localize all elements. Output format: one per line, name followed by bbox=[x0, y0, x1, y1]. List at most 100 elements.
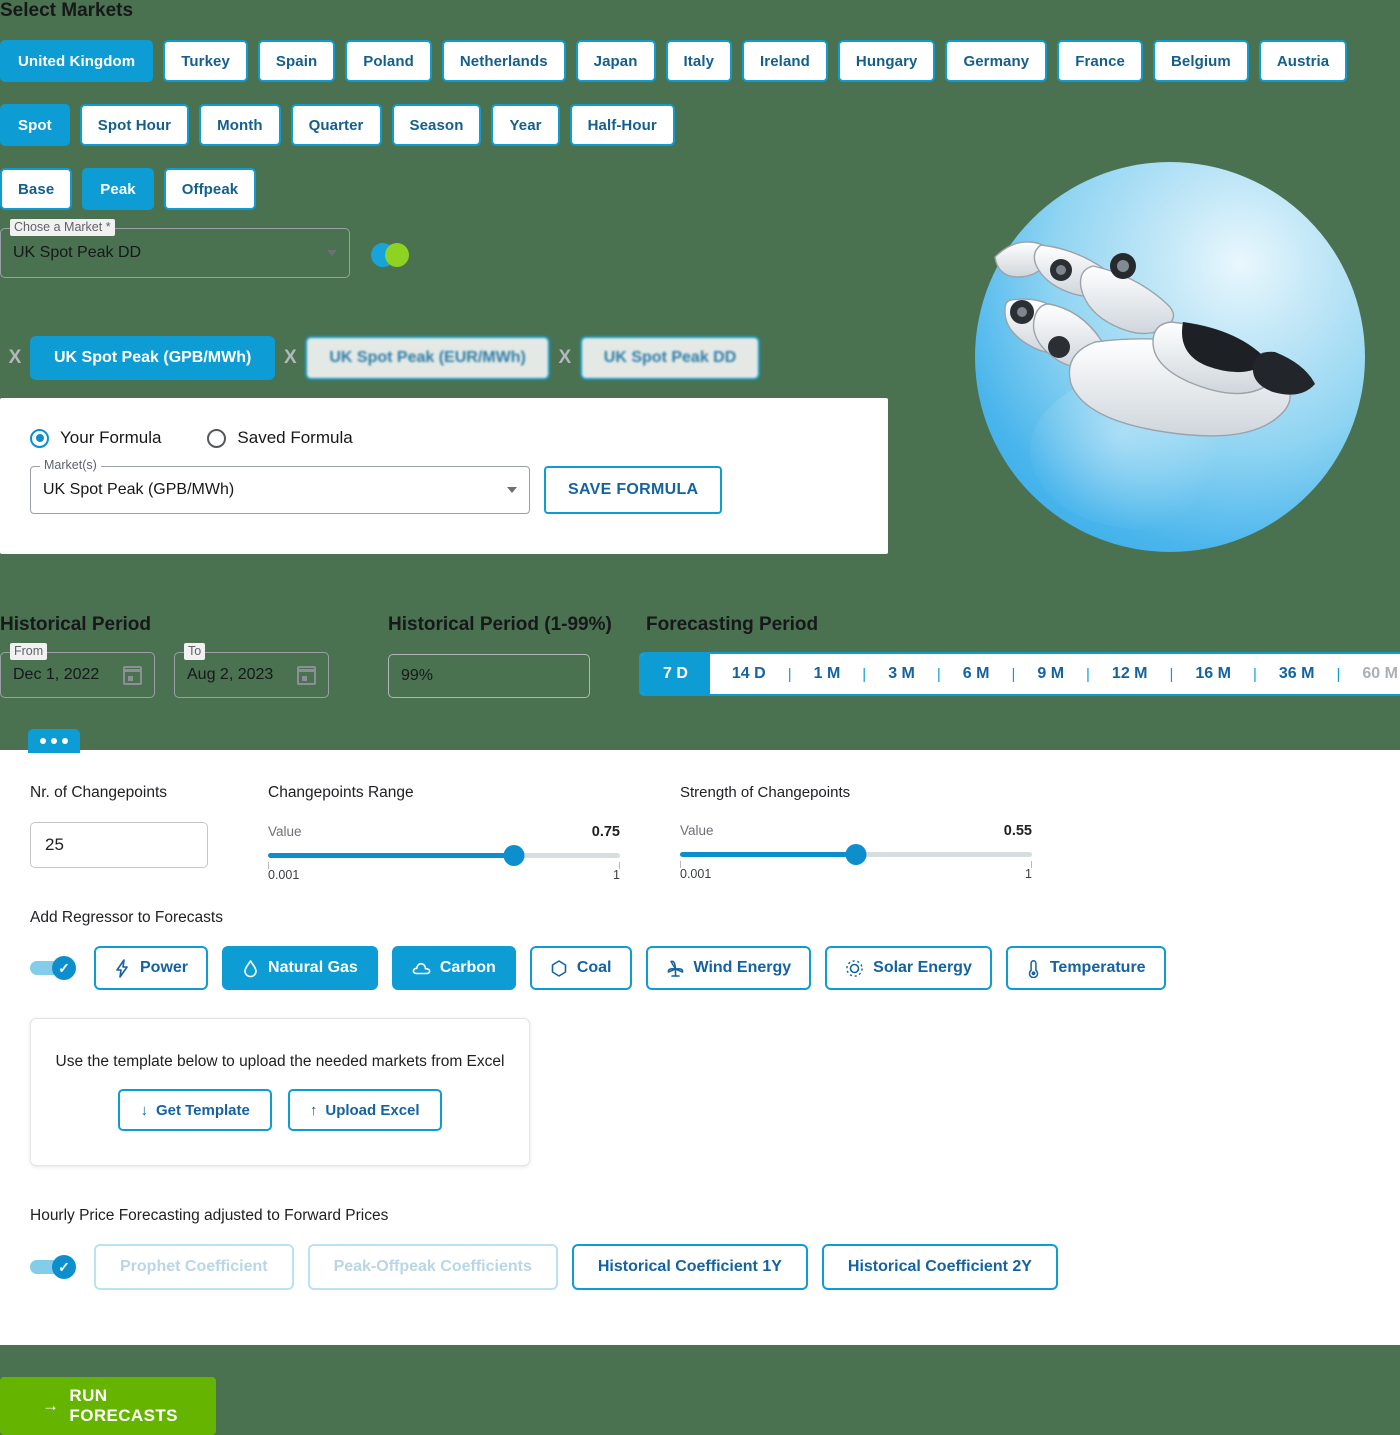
upload-arrow-icon: ↑ bbox=[309, 1101, 318, 1119]
calendar-icon[interactable] bbox=[123, 665, 142, 685]
market-chip-uk-spot-peak-eur[interactable]: UK Spot Peak (EUR/MWh) bbox=[305, 336, 550, 380]
regressor-button-carbon[interactable]: Carbon bbox=[391, 946, 516, 990]
granularity-label: Spot bbox=[18, 116, 52, 134]
chip-remove-icon[interactable]: X bbox=[275, 347, 305, 369]
date-to-field[interactable]: To Aug 2, 2023 bbox=[174, 643, 329, 698]
calendar-icon[interactable] bbox=[297, 665, 316, 685]
date-from-field[interactable]: From Dec 1, 2022 bbox=[0, 643, 155, 698]
slider-tick-min bbox=[680, 861, 681, 868]
country-button-france[interactable]: France bbox=[1057, 40, 1143, 82]
forecast-option-7d[interactable]: 7 D bbox=[641, 654, 710, 694]
granularity-button-spot[interactable]: Spot bbox=[0, 104, 70, 146]
country-label: Italy bbox=[683, 52, 715, 70]
loadshape-button-offpeak[interactable]: Offpeak bbox=[163, 168, 257, 210]
slider-knob[interactable] bbox=[503, 845, 525, 866]
hourly-toggle[interactable]: ✓ bbox=[30, 1255, 76, 1279]
granularity-button-month[interactable]: Month bbox=[199, 104, 281, 146]
granularity-button-half-hour[interactable]: Half-Hour bbox=[569, 104, 675, 146]
country-button-hungary[interactable]: Hungary bbox=[837, 40, 936, 82]
slider-knob[interactable] bbox=[845, 844, 867, 865]
thermometer-icon bbox=[1028, 959, 1039, 978]
radio-your-formula[interactable]: Your Formula bbox=[30, 428, 161, 448]
loadshape-button-peak[interactable]: Peak bbox=[82, 168, 154, 210]
dot-icon bbox=[62, 738, 68, 744]
country-button-austria[interactable]: Austria bbox=[1258, 40, 1348, 82]
forecast-option-12m[interactable]: 12 M bbox=[1089, 654, 1170, 694]
upload-excel-button[interactable]: ↑ Upload Excel bbox=[287, 1089, 442, 1131]
forecast-option-14d[interactable]: 14 D bbox=[709, 654, 788, 694]
get-template-button[interactable]: ↓ Get Template bbox=[118, 1089, 272, 1131]
get-template-label: Get Template bbox=[155, 1101, 250, 1119]
granularity-button-quarter[interactable]: Quarter bbox=[290, 104, 382, 146]
changepoints-strength-header: Value 0.55 bbox=[680, 823, 1032, 839]
granularity-button-season[interactable]: Season bbox=[391, 104, 482, 146]
regressor-button-natural-gas[interactable]: Natural Gas bbox=[222, 946, 378, 990]
loadshape-label: Peak bbox=[100, 180, 136, 198]
country-button-ireland[interactable]: Ireland bbox=[742, 40, 828, 82]
regressor-button-power[interactable]: Power bbox=[94, 946, 209, 990]
forecasting-period-title: Forecasting Period bbox=[646, 614, 819, 635]
forecast-option-3m[interactable]: 3 M bbox=[866, 654, 937, 694]
upload-excel-label: Upload Excel bbox=[325, 1101, 420, 1119]
country-button-spain[interactable]: Spain bbox=[257, 40, 336, 82]
regressor-button-temperature[interactable]: Temperature bbox=[1005, 946, 1166, 990]
granularity-button-spot-hour[interactable]: Spot Hour bbox=[79, 104, 190, 146]
country-button-netherlands[interactable]: Netherlands bbox=[441, 40, 566, 82]
slider-fill bbox=[680, 852, 856, 857]
forecast-option-36m[interactable]: 36 M bbox=[1256, 654, 1337, 694]
granularity-button-year[interactable]: Year bbox=[491, 104, 560, 146]
changepoints-count-value: 25 bbox=[45, 835, 64, 854]
regressor-label: Natural Gas bbox=[268, 959, 358, 976]
country-button-italy[interactable]: Italy bbox=[665, 40, 733, 82]
regressor-button-wind-energy[interactable]: Wind Energy bbox=[645, 946, 812, 990]
chip-remove-icon[interactable]: X bbox=[0, 347, 30, 369]
market-chip-uk-spot-peak-gbp[interactable]: UK Spot Peak (GPB/MWh) bbox=[30, 336, 276, 380]
granularity-label: Quarter bbox=[308, 116, 364, 134]
venn-diagram-icon[interactable] bbox=[371, 243, 411, 267]
dot-icon bbox=[40, 738, 46, 744]
upload-buttons: ↓ Get Template ↑ Upload Excel bbox=[118, 1089, 442, 1131]
forecast-option-16m[interactable]: 16 M bbox=[1173, 654, 1253, 694]
chip-remove-icon[interactable]: X bbox=[550, 347, 580, 369]
chevron-down-icon bbox=[507, 487, 517, 493]
toggle-knob-check-icon: ✓ bbox=[52, 956, 76, 980]
chose-market-field[interactable]: Chose a Market * UK Spot Peak DD bbox=[0, 219, 350, 278]
country-button-turkey[interactable]: Turkey bbox=[163, 40, 248, 82]
radio-saved-formula[interactable]: Saved Formula bbox=[207, 428, 353, 448]
changepoints-range-scale: 0.001 1 bbox=[268, 868, 620, 882]
formula-card: Your Formula Saved Formula Market(s) UK … bbox=[0, 398, 888, 554]
changepoints-count-input[interactable]: 25 bbox=[30, 822, 208, 868]
dot-icon bbox=[51, 738, 57, 744]
run-forecasts-button[interactable]: → RUN FORECASTS bbox=[0, 1377, 216, 1435]
forecast-option-9m[interactable]: 9 M bbox=[1015, 654, 1087, 694]
coefficient-button-historical-2y[interactable]: Historical Coefficient 2Y bbox=[821, 1244, 1058, 1290]
regressor-button-solar-energy[interactable]: Solar Energy bbox=[825, 946, 992, 990]
country-button-united-kingdom[interactable]: United Kingdom bbox=[0, 40, 154, 82]
formula-markets-field[interactable]: Market(s) UK Spot Peak (GPB/MWh) bbox=[30, 457, 530, 514]
more-options-tab[interactable] bbox=[28, 729, 80, 753]
forecast-option-6m[interactable]: 6 M bbox=[940, 654, 1012, 694]
country-label: Turkey bbox=[181, 52, 230, 70]
changepoints-range-slider[interactable] bbox=[268, 845, 620, 869]
country-label: Netherlands bbox=[459, 52, 548, 70]
changepoints-strength-title: Strength of Changepoints bbox=[680, 784, 851, 801]
download-arrow-icon: ↓ bbox=[140, 1101, 148, 1119]
coefficient-button-peak-offpeak: Peak-Offpeak Coefficients bbox=[307, 1244, 558, 1290]
slider-min-label: 0.001 bbox=[680, 867, 712, 881]
market-chip-uk-spot-peak-dd[interactable]: UK Spot Peak DD bbox=[579, 336, 761, 380]
formula-markets-select[interactable]: UK Spot Peak (GPB/MWh) bbox=[30, 466, 530, 514]
country-button-belgium[interactable]: Belgium bbox=[1153, 40, 1249, 82]
country-label: France bbox=[1075, 52, 1125, 70]
coefficient-button-historical-1y[interactable]: Historical Coefficient 1Y bbox=[571, 1244, 808, 1290]
regressor-toggle[interactable]: ✓ bbox=[30, 956, 76, 980]
country-button-poland[interactable]: Poland bbox=[345, 40, 432, 82]
forecast-option-1m[interactable]: 1 M bbox=[791, 654, 863, 694]
changepoints-strength-slider[interactable] bbox=[680, 844, 1032, 868]
regressor-button-coal[interactable]: Coal bbox=[529, 946, 632, 990]
historical-percent-input[interactable]: 99% bbox=[388, 654, 590, 698]
loadshape-button-base[interactable]: Base bbox=[0, 168, 73, 210]
changepoints-range-header: Value 0.75 bbox=[268, 824, 620, 840]
country-button-japan[interactable]: Japan bbox=[575, 40, 656, 82]
save-formula-button[interactable]: SAVE FORMULA bbox=[544, 466, 723, 514]
country-button-germany[interactable]: Germany bbox=[945, 40, 1048, 82]
